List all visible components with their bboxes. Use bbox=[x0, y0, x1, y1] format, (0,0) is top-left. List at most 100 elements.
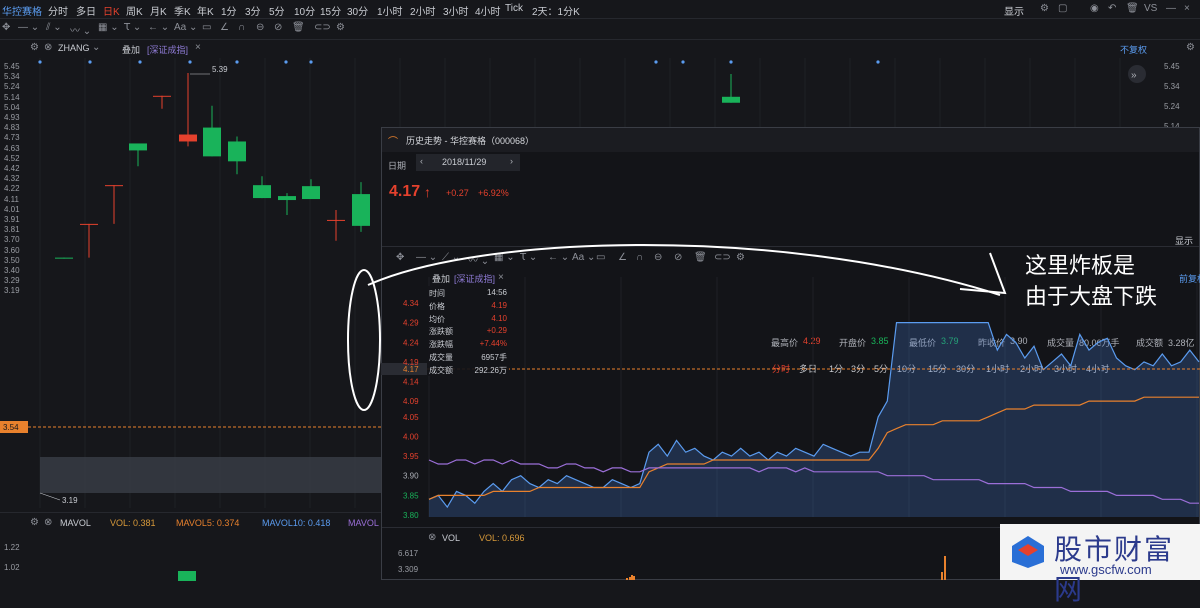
tooltip-row: 涨跌幅 +7.44% bbox=[429, 339, 507, 350]
tooltip-row: 涨跌额 +0.29 bbox=[429, 326, 507, 337]
volume-bar bbox=[633, 576, 635, 580]
tooltip-label: 成交额 bbox=[429, 365, 453, 375]
tooltip-value: 4.10 bbox=[491, 313, 507, 323]
annotation-line-1: 这里炸板是 bbox=[1025, 253, 1136, 278]
tooltip-label: 成交量 bbox=[429, 353, 453, 362]
y-tick: 4.52 bbox=[4, 153, 20, 163]
volume-bar bbox=[631, 575, 633, 580]
mavol-trunc: MAVOL bbox=[348, 518, 379, 528]
event-dot bbox=[681, 60, 685, 64]
high-label: 5.39 bbox=[212, 65, 228, 74]
y-tick: 4.93 bbox=[4, 113, 20, 122]
close-icon[interactable]: ⊗ bbox=[44, 517, 52, 528]
popup-y-tick: 3.90 bbox=[403, 472, 419, 481]
low-label: 3.19 bbox=[62, 496, 78, 505]
watermark: 股市财富网 www.gscfw.com bbox=[1000, 524, 1200, 606]
event-dot bbox=[188, 60, 192, 64]
volume-bar bbox=[944, 556, 946, 580]
y-tick: 4.83 bbox=[4, 123, 20, 133]
popup-y-tick: 3.95 bbox=[403, 452, 419, 461]
candle bbox=[722, 73, 740, 103]
y-tick: 3.70 bbox=[4, 235, 20, 245]
tooltip-label: 涨跌额 bbox=[429, 327, 453, 337]
popup-y-tick: 4.09 bbox=[403, 397, 419, 406]
volume-bar bbox=[941, 572, 943, 580]
y-tick: 4.63 bbox=[4, 143, 20, 153]
candle bbox=[203, 105, 221, 157]
tooltip-row: 成交量 6957手 bbox=[429, 352, 507, 363]
candle bbox=[327, 209, 345, 241]
candle bbox=[55, 257, 73, 259]
y-tick: 5.24 bbox=[1164, 102, 1180, 111]
tooltip-value: 292.26万 bbox=[474, 365, 507, 375]
candle bbox=[105, 185, 123, 224]
candle bbox=[228, 136, 246, 175]
event-dot bbox=[88, 60, 92, 64]
tooltip-value: +0.29 bbox=[486, 326, 507, 336]
y-axis-right: 5.455.345.245.14 bbox=[1162, 58, 1200, 138]
event-dot bbox=[309, 60, 313, 64]
popup-y-tick: 4.00 bbox=[403, 432, 419, 441]
y-tick: 3.19 bbox=[4, 286, 20, 296]
y-tick: 3.81 bbox=[4, 225, 20, 235]
y-tick: 5.34 bbox=[1164, 82, 1180, 91]
annotation-arrow bbox=[367, 244, 1007, 296]
y-tick: 3.60 bbox=[4, 245, 20, 255]
tooltip-label: 涨跌幅 bbox=[429, 340, 453, 350]
event-dot bbox=[284, 60, 288, 64]
y-tick: 4.01 bbox=[4, 204, 20, 214]
y-tick: 5.14 bbox=[4, 92, 20, 102]
y-tick: 4.11 bbox=[4, 194, 19, 204]
popup-y-tick: 4.19 bbox=[403, 358, 419, 367]
candle bbox=[80, 223, 98, 258]
candle bbox=[179, 72, 197, 147]
y-tick: 5.34 bbox=[4, 72, 20, 82]
y-axis-left: 5.45 5.34 5.24 5.14 5.04 4.93 4.83 4.73 4.63 4.52… bbox=[0, 58, 28, 508]
y-tick: 4.32 bbox=[4, 174, 20, 184]
vol-value: VOL: 0.381 bbox=[110, 518, 156, 528]
event-dot bbox=[138, 60, 142, 64]
vol-axis-2: 1.02 bbox=[4, 563, 20, 572]
vol-axis-1: 1.22 bbox=[4, 543, 20, 552]
y-tick: 5.45 bbox=[1164, 62, 1180, 71]
mavol10-value: MAVOL10: 0.418 bbox=[262, 518, 331, 528]
y-tick: 3.40 bbox=[4, 266, 20, 275]
tooltip-row: 均价 4.10 bbox=[429, 314, 507, 325]
tooltip-row: 成交额 292.26万 bbox=[429, 365, 507, 376]
popup-y-tick: 4.14 bbox=[403, 378, 419, 387]
candle bbox=[278, 193, 296, 215]
candle bbox=[302, 179, 320, 200]
tooltip-label: 均价 bbox=[429, 314, 445, 324]
y-tick: 4.42 bbox=[4, 164, 20, 173]
double-chevron-icon: » bbox=[1131, 70, 1137, 81]
popup-y-tick: 3.85 bbox=[403, 491, 419, 500]
watermark-url: www.gscfw.com bbox=[1060, 562, 1152, 577]
vol-name: MAVOL bbox=[60, 518, 91, 528]
settings-icon[interactable]: ⚙ bbox=[30, 517, 39, 528]
watermark-logo-icon bbox=[1012, 536, 1044, 568]
popup-y-tick: 4.29 bbox=[403, 319, 419, 328]
y-tick: 5.04 bbox=[4, 102, 20, 112]
gap-band bbox=[40, 457, 381, 493]
event-dot bbox=[876, 60, 880, 64]
tooltip-value: +7.44% bbox=[479, 339, 507, 349]
y-tick: 5.45 bbox=[4, 62, 20, 71]
annotation-line-2: 由于大盘下跌 bbox=[1025, 284, 1158, 309]
candle bbox=[253, 176, 271, 199]
volume-panel: ⚙ ⊗ MAVOL VOL: 0.381 MAVOL5: 0.374 MAVOL… bbox=[0, 512, 381, 581]
popup-y-tick: 4.05 bbox=[403, 413, 419, 422]
y-tick: 3.91 bbox=[4, 215, 20, 224]
popup-y-tick: 3.80 bbox=[403, 511, 419, 520]
tooltip-value: 6957手 bbox=[481, 353, 507, 362]
y-tick: 4.22 bbox=[4, 184, 20, 194]
event-dot bbox=[654, 60, 658, 64]
y-tick: 5.24 bbox=[4, 82, 20, 92]
annotation-text: 这里炸板是 由于大盘下跌 bbox=[1025, 250, 1157, 312]
event-dot bbox=[729, 60, 733, 64]
candle bbox=[129, 143, 147, 167]
mavol5-value: MAVOL5: 0.374 bbox=[176, 518, 240, 528]
y-tick: 3.29 bbox=[4, 276, 20, 286]
candle bbox=[153, 95, 171, 109]
y-tick: 4.73 bbox=[4, 133, 20, 143]
y-tick: 3.50 bbox=[4, 255, 20, 265]
